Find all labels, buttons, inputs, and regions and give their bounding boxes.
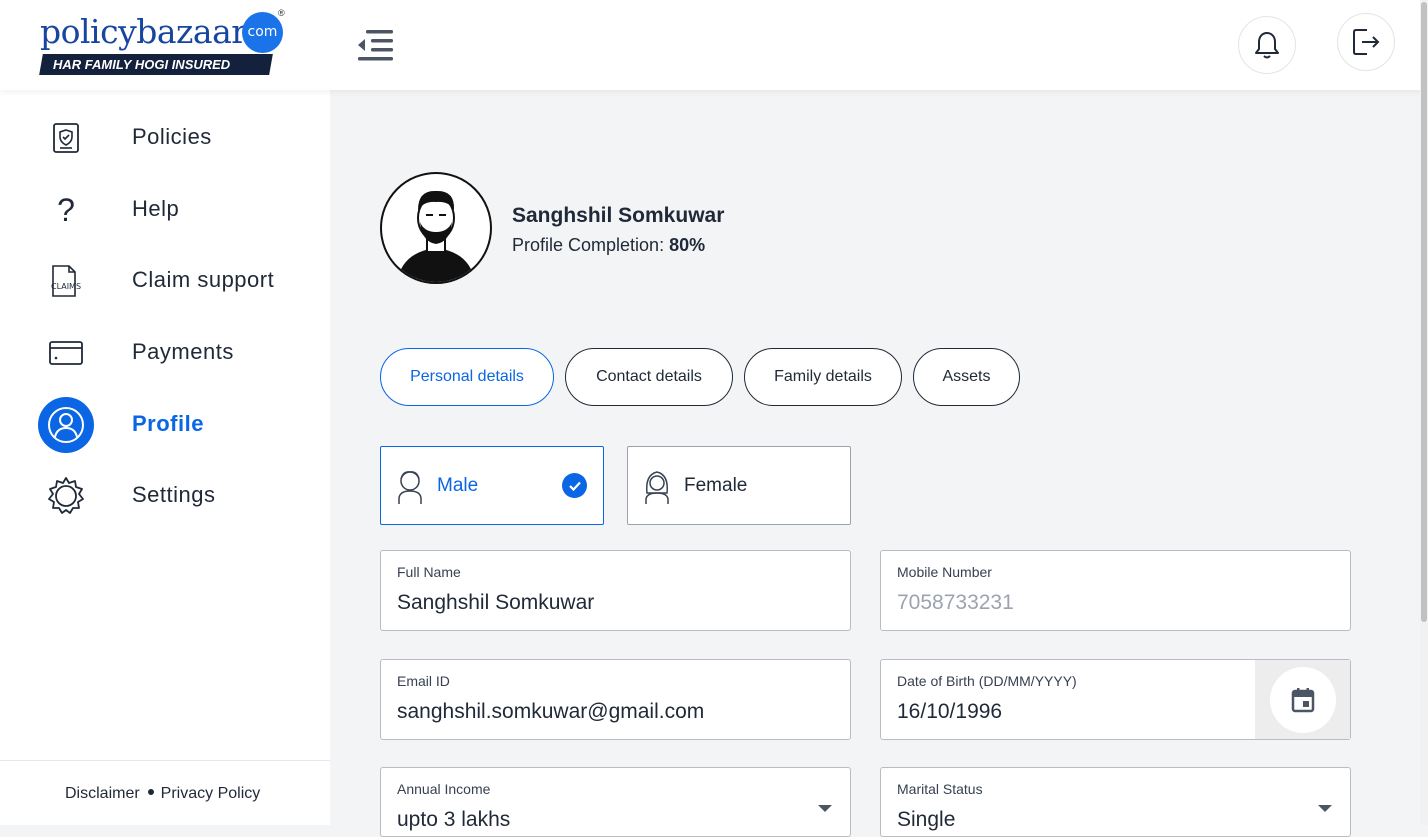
calendar-area	[1255, 660, 1350, 739]
email-input[interactable]: sanghshil.somkuwar@gmail.com	[397, 700, 817, 724]
gender-option-female[interactable]: Female	[627, 446, 851, 525]
tab-assets[interactable]: Assets	[913, 348, 1020, 406]
logout-button[interactable]	[1337, 13, 1395, 71]
completion-label: Profile Completion:	[512, 235, 665, 255]
bell-icon	[1255, 32, 1279, 59]
policybazaar-logo[interactable]: policybazaar com ® HAR FAMILY HOGI INSUR…	[38, 8, 288, 80]
chevron-down-icon	[818, 805, 832, 812]
tab-personal-details[interactable]: Personal details	[380, 348, 554, 406]
logout-icon	[1353, 29, 1380, 55]
menu-collapse-icon[interactable]	[355, 26, 397, 64]
sidebar-item-label: Policies	[132, 124, 212, 149]
claims-document-icon: CLAIMS	[38, 253, 94, 309]
notification-button[interactable]	[1238, 16, 1296, 74]
field-label: Full Name	[397, 564, 461, 580]
footer-separator	[147, 789, 154, 795]
svg-text:CLAIMS: CLAIMS	[51, 282, 81, 291]
date-of-birth-field[interactable]: Date of Birth (DD/MM/YYYY) 16/10/1996	[880, 659, 1351, 740]
disclaimer-link[interactable]: Disclaimer	[65, 785, 140, 802]
logo-wordmark: policybazaar	[40, 12, 247, 51]
top-header: policybazaar com ® HAR FAMILY HOGI INSUR…	[0, 0, 1428, 90]
question-icon: ?	[57, 191, 75, 228]
annual-income-value: upto 3 lakhs	[397, 808, 511, 831]
sidebar-item-label: Settings	[132, 482, 216, 507]
field-label: Email ID	[397, 673, 450, 689]
sidebar: Policies ? Help CLAIMS Claim support Pay…	[0, 90, 330, 825]
field-label: Annual Income	[397, 781, 491, 797]
logo-tagline: HAR FAMILY HOGI INSURED	[39, 54, 273, 75]
male-avatar-icon	[395, 469, 425, 505]
annual-income-select[interactable]: Annual Income upto 3 lakhs	[380, 767, 851, 837]
field-label: Date of Birth (DD/MM/YYYY)	[897, 673, 1077, 689]
mobile-number-input[interactable]: 7058733231	[897, 591, 1317, 615]
policy-shield-icon	[38, 110, 94, 166]
tab-family-details[interactable]: Family details	[744, 348, 902, 406]
sidebar-item-label: Help	[132, 196, 180, 221]
marital-status-value: Single	[897, 808, 956, 831]
sidebar-item-payments[interactable]: Payments	[0, 323, 330, 383]
card-icon	[38, 325, 94, 381]
scrollbar-thumb[interactable]	[1421, 2, 1427, 622]
calendar-button[interactable]	[1269, 666, 1336, 733]
email-field[interactable]: Email ID sanghshil.somkuwar@gmail.com	[380, 659, 851, 740]
female-avatar-icon	[642, 469, 672, 505]
sidebar-item-label: Payments	[132, 339, 234, 364]
profile-completion: Profile Completion: 80%	[512, 235, 705, 256]
full-name-input[interactable]: Sanghshil Somkuwar	[397, 591, 817, 615]
field-label: Marital Status	[897, 781, 983, 797]
gender-option-male[interactable]: Male	[380, 446, 604, 525]
gender-label: Female	[684, 475, 748, 496]
logo-registered-mark: ®	[278, 8, 285, 18]
field-label: Mobile Number	[897, 564, 992, 580]
date-of-birth-input[interactable]: 16/10/1996	[897, 700, 1317, 724]
sidebar-item-settings[interactable]: Settings	[0, 466, 330, 526]
page-scrollbar[interactable]	[1420, 0, 1428, 825]
full-name-field[interactable]: Full Name Sanghshil Somkuwar	[380, 550, 851, 631]
calendar-icon	[1291, 687, 1314, 712]
check-icon	[562, 473, 587, 498]
sidebar-footer: Disclaimer Privacy Policy	[0, 760, 330, 825]
profile-name: Sanghshil Somkuwar	[512, 204, 725, 227]
sidebar-item-label: Claim support	[132, 267, 275, 292]
privacy-policy-link[interactable]: Privacy Policy	[161, 785, 261, 802]
tab-contact-details[interactable]: Contact details	[565, 348, 733, 406]
mobile-number-field[interactable]: Mobile Number 7058733231	[880, 550, 1351, 631]
chevron-down-icon	[1318, 805, 1332, 812]
sidebar-item-claim-support[interactable]: CLAIMS Claim support	[0, 251, 330, 311]
marital-status-select[interactable]: Marital Status Single	[880, 767, 1351, 837]
avatar[interactable]	[380, 172, 492, 284]
sidebar-item-policies[interactable]: Policies	[0, 108, 330, 168]
completion-value: 80%	[669, 235, 706, 255]
gender-label: Male	[437, 475, 479, 496]
user-icon	[38, 397, 94, 453]
sidebar-item-label: Profile	[132, 411, 204, 436]
gear-icon	[38, 468, 94, 524]
sidebar-item-help[interactable]: ? Help	[0, 180, 330, 240]
logo-com-badge: com	[242, 12, 283, 53]
sidebar-item-profile[interactable]: Profile	[0, 395, 330, 455]
